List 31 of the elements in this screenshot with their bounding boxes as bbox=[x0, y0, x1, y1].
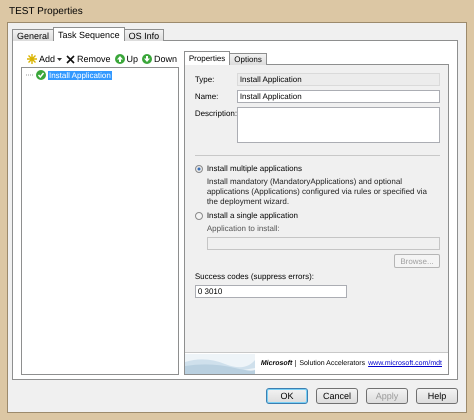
input-field[interactable]: 0 3010 bbox=[194, 285, 347, 298]
input-field[interactable]: Install Application bbox=[236, 90, 440, 103]
toolbar-button[interactable]: Remove bbox=[66, 54, 111, 64]
field-label: Application to install: bbox=[206, 224, 281, 233]
radio-option[interactable]: Install multiple applications bbox=[194, 164, 440, 173]
toolbar-button[interactable]: Up bbox=[114, 54, 138, 64]
tab[interactable]: General bbox=[12, 29, 54, 41]
arrow-up-icon bbox=[114, 54, 125, 64]
field-label: Success codes (suppress errors): bbox=[194, 272, 315, 281]
field-label: Type: bbox=[194, 74, 216, 84]
star-burst-icon bbox=[27, 54, 37, 64]
tab[interactable]: Properties bbox=[184, 51, 230, 65]
toolbar-button[interactable]: Down bbox=[142, 54, 178, 64]
tree-line-icon bbox=[26, 74, 34, 76]
check-icon bbox=[36, 70, 46, 80]
close-icon bbox=[66, 54, 76, 64]
window-title: TEST Properties bbox=[8, 4, 84, 18]
input-field: Install Application bbox=[236, 73, 440, 86]
dialog-button[interactable]: OK bbox=[266, 388, 308, 404]
dialog-button[interactable]: Cancel bbox=[316, 388, 358, 404]
radio-option[interactable]: Install a single application bbox=[194, 211, 440, 220]
arrow-down-icon bbox=[142, 54, 152, 64]
toolbar-button[interactable]: Add bbox=[27, 54, 62, 64]
input-field[interactable] bbox=[236, 107, 440, 143]
option-description: Install mandatory (MandatoryApplications) and optional applications (Applications) configured via rules or specified via the deployment wizard. bbox=[206, 177, 428, 207]
tab[interactable]: OS Info bbox=[124, 29, 164, 41]
field-label: Description: bbox=[194, 108, 237, 118]
field-label: Name: bbox=[194, 91, 220, 101]
dialog-button[interactable]: Help bbox=[416, 388, 458, 404]
tab[interactable]: Task Sequence bbox=[53, 27, 125, 41]
tab[interactable]: Options bbox=[229, 53, 267, 65]
